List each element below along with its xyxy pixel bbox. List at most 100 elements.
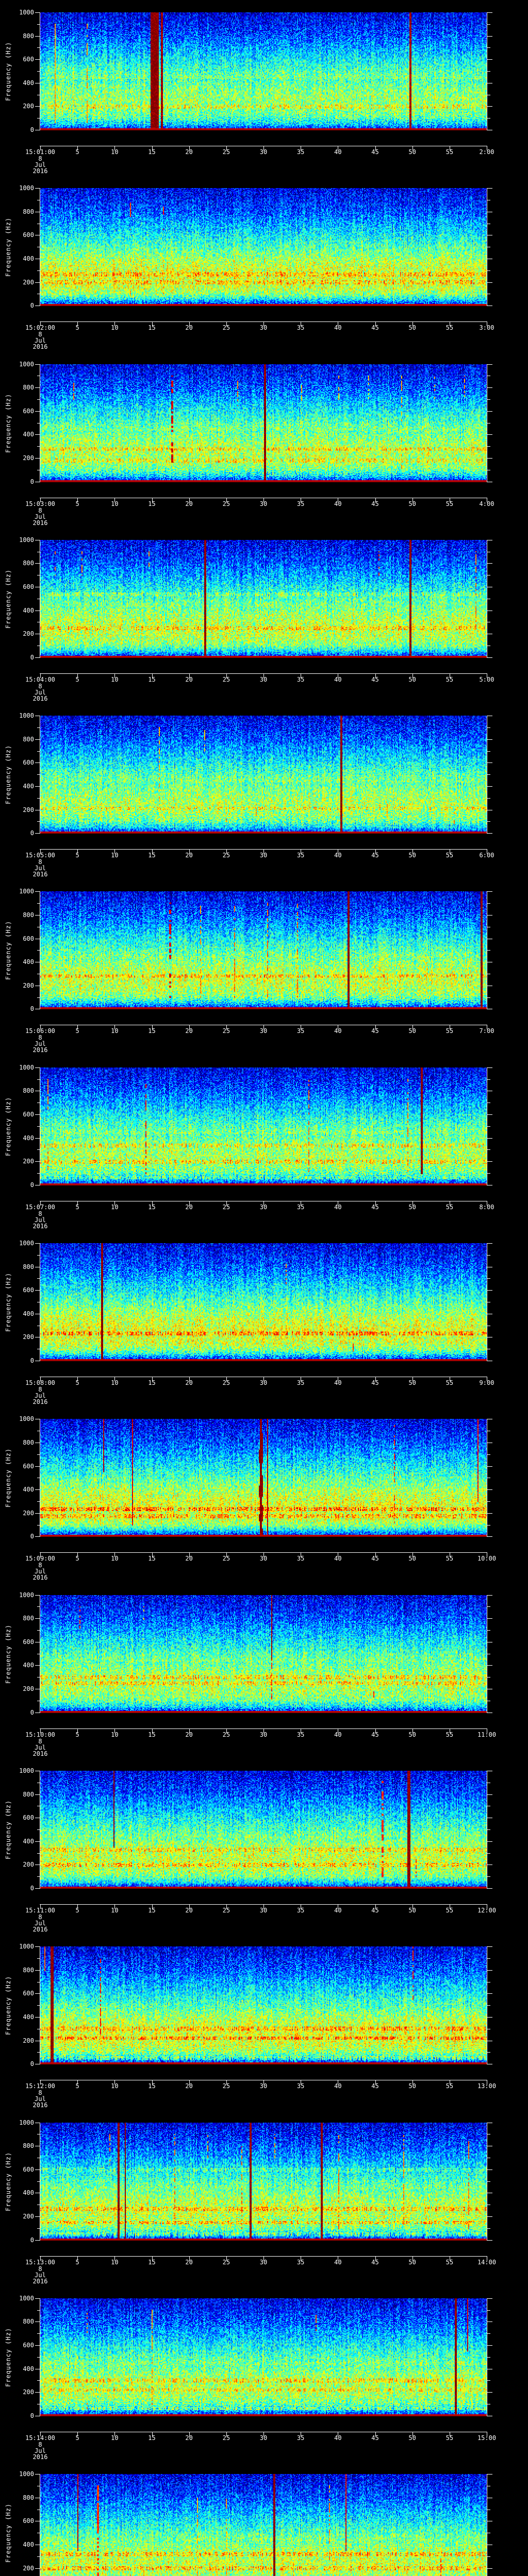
x-tick-label: 50 [408,1555,416,1563]
x-tick-label: 10 [111,1379,119,1387]
y-minor-tick [37,2052,40,2053]
x-tick-label: 25 [222,1027,230,1035]
y-major-tick [35,1841,40,1842]
y-tick-label: 800 [23,560,34,567]
x-tick-label: 50 [408,852,416,859]
y-tick-label: 200 [23,2388,34,2396]
y-minor-tick [487,1606,490,1607]
x-tick-label: 25 [222,148,230,156]
y-major-tick [35,106,40,107]
y-minor-tick [487,1630,490,1631]
y-major-tick [35,833,40,834]
x-end-time-label: 7:00 [479,1027,494,1035]
y-axis-title: Frequency (Hz) [5,1800,12,1860]
y-axis-title: Frequency (Hz) [5,569,12,629]
y-minor-tick [487,2333,490,2334]
y-major-tick [487,1946,492,1947]
y-tick-label: 600 [23,407,34,415]
y-tick-label: 400 [23,1486,34,1494]
x-tick-label: 10 [111,852,119,859]
x-tick-label: 40 [334,1906,342,1914]
y-tick-label: 200 [23,1861,34,1869]
y-minor-tick [487,1524,490,1526]
y-major-tick [35,411,40,412]
x-tick-label: 5 [75,2434,79,2442]
y-axis-title: Frequency (Hz) [5,921,12,980]
x-tick-label: 5 [75,148,79,156]
x-tick-label: 35 [296,852,305,859]
date-year: 2016 [32,1046,48,1054]
y-tick-label: 200 [23,630,34,638]
y-minor-tick [37,1876,40,1877]
x-tick-label: 10 [111,2434,119,2442]
x-tick-label: 50 [408,675,416,683]
y-tick-label: 1000 [19,360,34,368]
y-major-tick [487,411,492,412]
y-tick-label: 200 [23,1509,34,1517]
spectrogram-canvas [40,716,487,834]
x-tick-label: 10 [111,1203,119,1211]
x-tick-label: 50 [408,2082,416,2090]
y-minor-tick [487,1501,490,1502]
spectrogram-panel: Frequency (Hz) 0 200 400 600 800 1000 15:12:0… [0,1934,528,2110]
y-major-tick [35,36,40,37]
y-major-tick [487,1161,492,1162]
y-major-tick [35,657,40,658]
y-major-tick [487,2474,492,2475]
x-tick-label: 40 [334,1731,342,1738]
x-tick-label: 15 [148,675,156,683]
x-tick-label: 55 [446,675,454,683]
x-tick-label: 30 [259,2082,268,2090]
y-minor-tick [487,2052,490,2053]
x-tick-label: 15 [148,1027,156,1035]
x-tick-label: 15 [148,1906,156,1914]
x-tick-label: 20 [185,852,193,859]
x-tick-label: 15 [148,852,156,859]
x-tick-label: 20 [185,2082,193,2090]
x-tick-label: 40 [334,675,342,683]
spectrogram-canvas [40,1770,487,1889]
y-major-tick [487,1970,492,1971]
x-tick-label: 25 [222,1906,230,1914]
y-major-tick [35,1888,40,1889]
y-major-tick [487,106,492,107]
x-tick-label: 20 [185,2434,193,2442]
x-tick-label: 25 [222,2258,230,2266]
x-tick-label: 5 [75,1555,79,1563]
date-year: 2016 [32,343,48,351]
y-tick-label: 1000 [19,9,34,16]
x-tick-label: 25 [222,1203,230,1211]
x-tick-label: 40 [334,148,342,156]
y-tick-label: 0 [30,1884,34,1892]
x-tick-label: 30 [259,1027,268,1035]
x-tick-label: 35 [296,2082,305,2090]
y-axis-title: Frequency (Hz) [5,2327,12,2387]
y-major-tick [487,2240,492,2241]
x-tick-label: 45 [371,148,379,156]
x-tick-label: 55 [446,1906,454,1914]
x-tick-label: 40 [334,1027,342,1035]
x-tick-label: 30 [259,500,268,507]
y-tick-label: 400 [23,1310,34,1317]
x-tick-label: 35 [296,675,305,683]
x-tick-label: 25 [222,1379,230,1387]
y-major-tick [487,1993,492,1994]
x-tick-label: 15 [148,148,156,156]
x-tick-label: 45 [371,2082,379,2090]
x-tick-label: 25 [222,2082,230,2090]
x-tick-label: 5 [75,1027,79,1035]
y-major-tick [487,1466,492,1467]
y-major-tick [487,1794,492,1795]
x-tick-label: 55 [446,148,454,156]
y-major-tick [35,1993,40,1994]
date-month: Jul [35,513,46,520]
x-tick-label: 10 [111,2258,119,2266]
x-tick-label: 45 [371,500,379,507]
x-tick-label: 40 [334,2258,342,2266]
x-tick-label: 45 [371,852,379,859]
x-tick-label: 45 [371,324,379,332]
date-year: 2016 [32,1222,48,1230]
y-tick-label: 800 [23,1087,34,1095]
x-tick-label: 5 [75,1731,79,1738]
y-minor-tick [487,798,490,799]
